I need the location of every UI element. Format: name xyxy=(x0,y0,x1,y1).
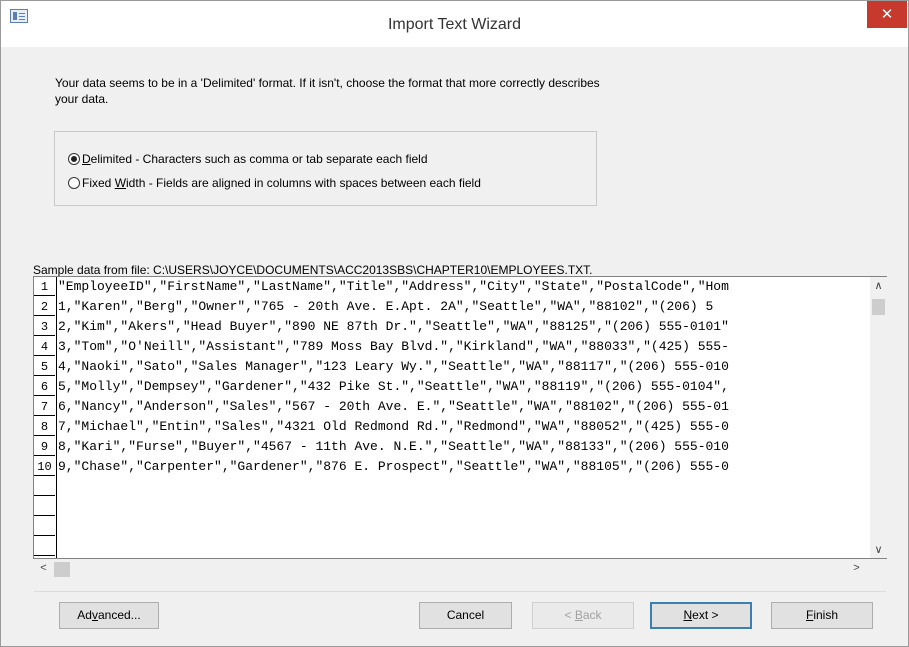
row-number: 9 xyxy=(34,438,55,456)
sample-data-area[interactable]: "EmployeeID","FirstName","LastName","Tit… xyxy=(57,277,869,558)
format-description: Your data seems to be in a 'Delimited' f… xyxy=(55,76,600,106)
fixed-width-radio[interactable] xyxy=(68,177,80,189)
row-number: 6 xyxy=(34,378,55,396)
row-number: 2 xyxy=(34,298,55,316)
horizontal-scroll-thumb[interactable] xyxy=(54,562,70,577)
sample-data-grid[interactable]: 1 2 3 4 5 6 7 8 9 10 "EmployeeID","FirstName","La… xyxy=(33,276,887,559)
sample-data-row: 5,"Molly","Dempsey","Gardener","432 Pike… xyxy=(58,379,729,394)
next-button[interactable]: Next > xyxy=(650,602,752,629)
row-number-column: 1 2 3 4 5 6 7 8 9 10 xyxy=(34,277,57,558)
scroll-left-arrow-icon[interactable]: < xyxy=(35,562,52,574)
scroll-right-arrow-icon[interactable]: > xyxy=(848,562,865,574)
import-text-wizard-dialog: Import Text Wizard ✕ Your data seems to … xyxy=(0,0,909,647)
back-accel: B xyxy=(574,608,583,622)
advanced-label-pre: Ad xyxy=(77,608,92,622)
row-number: 3 xyxy=(34,318,55,336)
vertical-scroll-thumb[interactable] xyxy=(872,299,885,315)
scroll-down-arrow-icon[interactable]: ∨ xyxy=(870,543,887,556)
fixed-width-label: idth - Fields are aligned in columns wit… xyxy=(126,176,481,190)
delimited-option[interactable]: Delimited - Characters such as comma or … xyxy=(68,151,428,167)
row-number xyxy=(34,478,55,496)
sample-data-row: 2,"Kim","Akers","Head Buyer","890 NE 87t… xyxy=(58,319,729,334)
horizontal-scrollbar[interactable]: < > xyxy=(33,561,887,578)
back-button[interactable]: < Back xyxy=(532,602,634,629)
scroll-up-arrow-icon[interactable]: ∧ xyxy=(870,279,887,292)
row-number: 5 xyxy=(34,358,55,376)
back-label-pre: < xyxy=(564,608,575,622)
fixed-width-lead: Fixed xyxy=(82,176,115,190)
sample-data-row: 4,"Naoki","Sato","Sales Manager","123 Le… xyxy=(58,359,729,374)
finish-label-post: inish xyxy=(813,608,839,622)
sample-data-row: 3,"Tom","O'Neill","Assistant","789 Moss … xyxy=(58,339,729,354)
title-bar: Import Text Wizard ✕ xyxy=(1,1,908,47)
sample-data-row: 9,"Chase","Carpenter","Gardener","876 E.… xyxy=(58,459,729,474)
cancel-button[interactable]: Cancel xyxy=(419,602,512,629)
delimited-accel: D xyxy=(82,152,91,166)
sample-data-row: "EmployeeID","FirstName","LastName","Tit… xyxy=(58,279,729,294)
format-option-group: Delimited - Characters such as comma or … xyxy=(54,131,597,206)
footer-divider xyxy=(34,591,886,592)
advanced-label-post: anced... xyxy=(97,608,141,622)
sample-data-label: Sample data from file: C:\USERS\JOYCE\DO… xyxy=(33,263,593,277)
fixed-width-accel: W xyxy=(114,176,127,190)
finish-button[interactable]: Finish xyxy=(771,602,873,629)
advanced-button[interactable]: Advanced... xyxy=(59,602,159,629)
fixed-width-option[interactable]: Fixed Width - Fields are aligned in colu… xyxy=(68,175,481,191)
row-number xyxy=(34,538,55,556)
sample-data-row: 1,"Karen","Berg","Owner","765 - 20th Ave… xyxy=(58,299,714,314)
back-label-post: ack xyxy=(582,608,602,622)
delimited-radio[interactable] xyxy=(68,153,80,165)
delimited-label: elimited - Characters such as comma or t… xyxy=(90,152,428,166)
dialog-title: Import Text Wizard xyxy=(387,16,522,33)
row-number xyxy=(34,518,55,536)
row-number: 8 xyxy=(34,418,55,436)
row-number: 7 xyxy=(34,398,55,416)
sample-data-row: 8,"Kari","Furse","Buyer","4567 - 11th Av… xyxy=(58,439,729,454)
row-number: 4 xyxy=(34,338,55,356)
next-accel: N xyxy=(683,608,693,622)
sample-data-row: 6,"Nancy","Anderson","Sales","567 - 20th… xyxy=(58,399,729,414)
row-number xyxy=(34,498,55,516)
next-label-post: ext > xyxy=(692,608,719,622)
vertical-scrollbar[interactable]: ∧ ∨ xyxy=(870,277,887,558)
close-button[interactable]: ✕ xyxy=(867,1,907,28)
row-number: 10 xyxy=(34,458,55,476)
row-number: 1 xyxy=(34,278,55,296)
sample-data-row: 7,"Michael","Entin","Sales","4321 Old Re… xyxy=(58,419,729,434)
